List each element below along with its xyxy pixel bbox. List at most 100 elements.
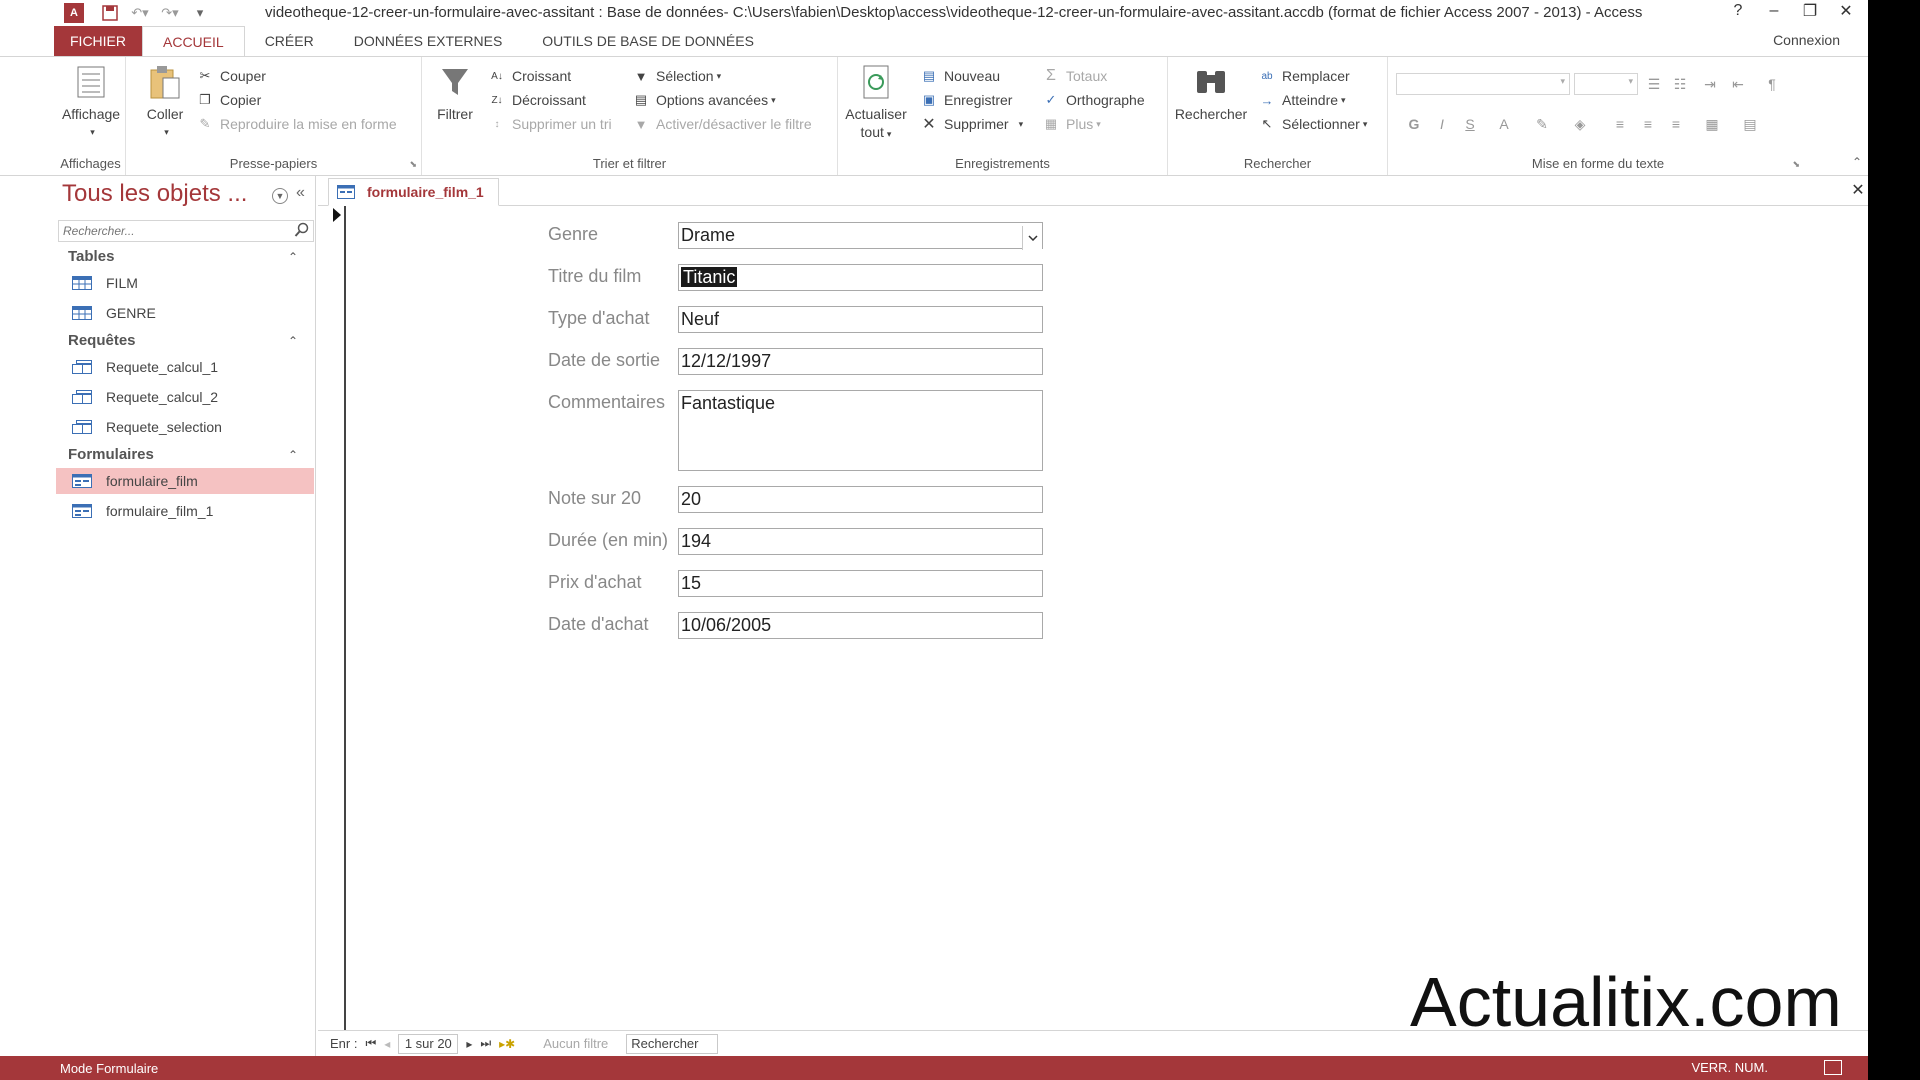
nav-section-tables[interactable]: Tables <box>68 248 114 265</box>
undo-icon[interactable]: ↶▾ <box>128 3 152 23</box>
purchase-date-field[interactable]: 10/06/2005 <box>678 612 1043 639</box>
collapse-pane-icon[interactable]: « <box>296 184 305 202</box>
selection-button[interactable]: ▼ Sélection ▾ <box>632 65 722 87</box>
collapse-section-icon[interactable]: ⌃ <box>288 334 298 348</box>
tab-home[interactable]: ACCUEIL <box>142 26 245 57</box>
chevron-down-icon[interactable] <box>1022 226 1042 250</box>
bold-button[interactable]: G <box>1404 114 1424 134</box>
gridlines-icon[interactable]: ▦ <box>1702 114 1722 134</box>
collapse-section-icon[interactable]: ⌃ <box>288 448 298 462</box>
form-view-icon[interactable] <box>1824 1060 1842 1075</box>
dialog-launcher-icon[interactable]: ⬊ <box>1792 159 1800 170</box>
tab-create[interactable]: CRÉER <box>245 26 334 56</box>
nav-item-query[interactable]: Requete_selection <box>56 414 314 440</box>
redo-icon[interactable]: ↷▾ <box>158 3 182 23</box>
nav-item-film-table[interactable]: FILM <box>56 270 314 296</box>
tab-file[interactable]: FICHIER <box>54 26 142 56</box>
last-record-icon[interactable]: ⏭ <box>480 1036 491 1051</box>
remove-sort-button[interactable]: ↕ Supprimer un tri <box>488 113 612 135</box>
italic-button[interactable]: I <box>1432 114 1452 134</box>
copy-label: Copier <box>220 92 262 108</box>
duration-field[interactable]: 194 <box>678 528 1043 555</box>
save-record-button[interactable]: ▣ Enregistrer <box>920 89 1013 111</box>
title-field[interactable]: Titanic <box>678 264 1043 291</box>
next-record-icon[interactable]: ▸ <box>466 1037 472 1051</box>
nav-section-forms[interactable]: Formulaires <box>68 446 154 463</box>
fill-color-icon[interactable]: ◈ <box>1570 114 1590 134</box>
advanced-button[interactable]: ▤ Options avancées ▾ <box>632 89 776 111</box>
format-painter-button[interactable]: ✎ Reproduire la mise en forme <box>196 113 397 135</box>
find-button[interactable]: Rechercher <box>1174 63 1248 123</box>
first-record-icon[interactable]: ⏮ <box>365 1036 376 1051</box>
nav-search-input[interactable] <box>58 220 314 242</box>
refresh-all-button[interactable]: Actualiser tout ▾ <box>844 63 908 143</box>
dialog-launcher-icon[interactable]: ⬊ <box>409 159 417 170</box>
close-document-icon[interactable]: ✕ <box>1848 180 1868 200</box>
help-icon[interactable]: ? <box>1720 0 1756 22</box>
copy-button[interactable]: ❐ Copier <box>196 89 261 111</box>
font-size-combo[interactable]: ▾ <box>1574 73 1638 95</box>
paragraph-icon[interactable]: ¶ <box>1762 74 1782 94</box>
minimize-icon[interactable]: – <box>1756 0 1792 22</box>
collapse-ribbon-icon[interactable]: ⌃ <box>1852 155 1862 169</box>
totals-button[interactable]: Σ Totaux <box>1042 65 1107 87</box>
goto-button[interactable]: → Atteindre ▾ <box>1258 89 1346 111</box>
search-icon[interactable] <box>294 222 310 238</box>
tab-external-data[interactable]: DONNÉES EXTERNES <box>334 26 523 56</box>
nav-item-genre-table[interactable]: GENRE <box>56 300 314 326</box>
view-button[interactable]: Affichage ▾ <box>58 63 124 141</box>
numbering-icon[interactable]: ☷ <box>1670 74 1690 94</box>
new-record-button[interactable]: ▤ Nouveau <box>920 65 1000 87</box>
restore-icon[interactable]: ❐ <box>1792 0 1828 22</box>
rating-field[interactable]: 20 <box>678 486 1043 513</box>
align-right-icon[interactable]: ≡ <box>1666 114 1686 134</box>
nav-section-queries[interactable]: Requêtes <box>68 332 136 349</box>
record-search-input[interactable]: Rechercher <box>626 1033 719 1054</box>
more-button[interactable]: ▦ Plus ▾ <box>1042 113 1101 135</box>
font-name-combo[interactable]: ▾ <box>1396 73 1570 95</box>
previous-record-icon[interactable]: ◂ <box>384 1037 390 1051</box>
font-color-button[interactable]: A <box>1494 114 1514 134</box>
filter-button[interactable]: Filtrer <box>432 63 478 123</box>
chevron-down-icon[interactable]: ▼ <box>272 188 288 204</box>
price-field[interactable]: 15 <box>678 570 1043 597</box>
new-record-icon[interactable]: ▸✱ <box>499 1037 515 1051</box>
release-date-field[interactable]: 12/12/1997 <box>678 348 1043 375</box>
save-icon[interactable] <box>98 3 122 23</box>
sort-descending-button[interactable]: Z↓ Décroissant <box>488 89 585 111</box>
indent-decrease-icon[interactable]: ⇤ <box>1728 74 1748 94</box>
record-selector[interactable] <box>326 206 346 1030</box>
spelling-button[interactable]: ✓ Orthographe <box>1042 89 1145 111</box>
filter-status[interactable]: Aucun filtre <box>543 1036 608 1051</box>
sort-ascending-button[interactable]: A↓ Croissant <box>488 65 571 87</box>
underline-button[interactable]: S <box>1460 114 1480 134</box>
alternate-row-color-icon[interactable]: ▤ <box>1740 114 1760 134</box>
toggle-filter-button[interactable]: ▼ Activer/désactiver le filtre <box>632 113 812 135</box>
current-record-input[interactable]: 1 sur 20 <box>398 1033 459 1054</box>
purchase-type-field[interactable]: Neuf <box>678 306 1043 333</box>
align-center-icon[interactable]: ≡ <box>1638 114 1658 134</box>
sign-in-link[interactable]: Connexion <box>1773 32 1840 48</box>
highlight-icon[interactable]: ✎ <box>1532 114 1552 134</box>
cut-button[interactable]: ✂ Couper <box>196 65 266 87</box>
align-left-icon[interactable]: ≡ <box>1610 114 1630 134</box>
close-icon[interactable]: ✕ <box>1828 0 1864 22</box>
document-tab[interactable]: formulaire_film_1 <box>328 178 499 206</box>
nav-pane-title[interactable]: Tous les objets ... <box>62 180 247 208</box>
collapse-section-icon[interactable]: ⌃ <box>288 250 298 264</box>
nav-item-query[interactable]: Requete_calcul_1 <box>56 354 314 380</box>
nav-item-query[interactable]: Requete_calcul_2 <box>56 384 314 410</box>
bullets-icon[interactable]: ☰ <box>1644 74 1664 94</box>
paste-button[interactable]: Coller ▾ <box>142 63 188 141</box>
nav-item-form[interactable]: formulaire_film_1 <box>56 498 314 524</box>
replace-button[interactable]: ab Remplacer <box>1258 65 1349 87</box>
comments-field[interactable]: Fantastique <box>678 390 1043 471</box>
delete-record-button[interactable]: ✕ Supprimer ▾ <box>920 113 1023 135</box>
spelling-label: Orthographe <box>1066 92 1145 108</box>
select-button[interactable]: ↖ Sélectionner ▾ <box>1258 113 1368 135</box>
genre-combobox[interactable]: Drame <box>678 222 1043 249</box>
nav-item-form-selected[interactable]: formulaire_film <box>56 468 314 494</box>
tab-database-tools[interactable]: OUTILS DE BASE DE DONNÉES <box>522 26 774 56</box>
indent-increase-icon[interactable]: ⇥ <box>1700 74 1720 94</box>
customize-toolbar-icon[interactable]: ▾ <box>188 3 212 23</box>
